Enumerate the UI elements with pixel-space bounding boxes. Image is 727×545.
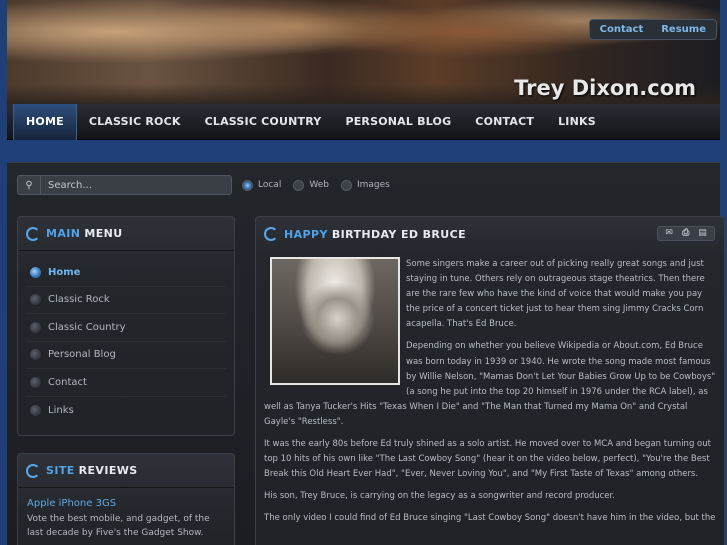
top-link-resume[interactable]: Resume: [661, 24, 706, 35]
article-title-accent: HAPPY: [284, 227, 328, 241]
main-menu-title-accent: MAIN: [46, 227, 81, 240]
circle-arrow-icon: [26, 226, 40, 241]
search-scope-web[interactable]: Web: [293, 179, 329, 191]
nav-item-home[interactable]: HOME: [13, 103, 77, 140]
radio-local-label: Local: [258, 180, 282, 190]
main-menu-list: Home Classic Rock Classic Country Person…: [18, 251, 234, 424]
article: HAPPY BIRTHDAY ED BRUCE ✉ ⎙ ▤ Some singe…: [255, 216, 725, 545]
circle-arrow-icon: [26, 463, 40, 478]
article-body: Some singers make a career out of pickin…: [256, 251, 724, 527]
top-link-contact[interactable]: Contact: [600, 24, 644, 35]
menu-item-label: Personal Blog: [48, 349, 116, 361]
review-text: Vote the best mobile, and gadget, of the…: [27, 514, 210, 538]
pdf-icon[interactable]: ▤: [698, 229, 708, 238]
radio-web-label: Web: [309, 180, 329, 190]
radio-web[interactable]: [293, 179, 305, 191]
main-content: ⚲ Local Web Images MAIN MENU Home Cl: [7, 162, 725, 545]
menu-item-personal-blog[interactable]: Personal Blog: [26, 342, 226, 369]
radio-local[interactable]: [242, 179, 253, 191]
main-menu-panel: MAIN MENU Home Classic Rock Classic Coun…: [17, 216, 235, 436]
email-icon[interactable]: ✉: [664, 229, 674, 238]
article-tools: ✉ ⎙ ▤: [657, 226, 715, 241]
menu-item-classic-country[interactable]: Classic Country: [26, 314, 226, 342]
main-nav: HOME CLASSIC ROCK CLASSIC COUNTRY PERSON…: [7, 103, 720, 140]
review-link[interactable]: Apple iPhone 3GS: [27, 498, 225, 509]
bullet-icon: [30, 376, 41, 388]
radio-images[interactable]: [340, 179, 352, 191]
main-menu-heading: MAIN MENU: [18, 217, 234, 251]
print-icon[interactable]: ⎙: [681, 229, 691, 238]
site-title: Trey Dixon.com: [514, 76, 696, 100]
bullet-icon: [30, 349, 41, 361]
search-scope-images[interactable]: Images: [340, 179, 390, 191]
nav-item-links[interactable]: LINKS: [546, 104, 608, 140]
main-menu-title: MENU: [84, 227, 123, 240]
search-icon[interactable]: ⚲: [17, 175, 41, 195]
menu-item-label: Contact: [48, 376, 87, 388]
search-scope-local[interactable]: Local: [242, 179, 282, 191]
menu-item-label: Links: [48, 404, 74, 416]
menu-item-label: Classic Rock: [48, 294, 110, 306]
menu-item-label: Classic Country: [48, 321, 126, 333]
circle-arrow-icon: [264, 227, 278, 241]
bullet-icon: [30, 404, 41, 416]
bullet-icon: [30, 294, 41, 306]
top-links: Contact Resume: [588, 19, 717, 40]
nav-item-personal-blog[interactable]: PERSONAL BLOG: [333, 104, 463, 140]
site-reviews-title-accent: SITE: [46, 464, 75, 477]
menu-item-contact[interactable]: Contact: [26, 369, 226, 397]
nav-item-classic-rock[interactable]: CLASSIC ROCK: [77, 104, 193, 140]
article-paragraph: It was the early 80s before Ed truly shi…: [264, 439, 711, 480]
menu-item-classic-rock[interactable]: Classic Rock: [26, 287, 226, 314]
search-input[interactable]: [41, 175, 232, 195]
radio-images-label: Images: [356, 180, 390, 190]
site-reviews-heading: SITE REVIEWS: [18, 454, 234, 488]
nav-item-contact[interactable]: CONTACT: [463, 104, 546, 140]
article-heading: HAPPY BIRTHDAY ED BRUCE ✉ ⎙ ▤: [256, 217, 724, 251]
header-banner: Trey Dixon.com: [7, 0, 720, 106]
site-reviews-panel: SITE REVIEWS Apple iPhone 3GS Vote the b…: [17, 453, 235, 545]
article-title[interactable]: BIRTHDAY ED BRUCE: [332, 228, 466, 241]
article-paragraph: The only video I could find of Ed Bruce …: [264, 513, 716, 524]
site-reviews-body: Apple iPhone 3GS Vote the best mobile, a…: [18, 488, 234, 545]
bullet-icon: [30, 321, 41, 333]
menu-item-links[interactable]: Links: [26, 397, 226, 425]
ed-bruce-photo: [270, 257, 400, 385]
site-reviews-title: REVIEWS: [78, 464, 138, 477]
menu-item-home[interactable]: Home: [26, 259, 226, 287]
search-scope: Local Web Images: [242, 179, 390, 191]
nav-item-classic-country[interactable]: CLASSIC COUNTRY: [193, 104, 334, 140]
bullet-icon: [30, 266, 41, 278]
menu-item-label: Home: [48, 266, 81, 278]
search-row: ⚲ Local Web Images: [17, 175, 390, 195]
article-paragraph: His son, Trey Bruce, is carrying on the …: [264, 491, 615, 502]
